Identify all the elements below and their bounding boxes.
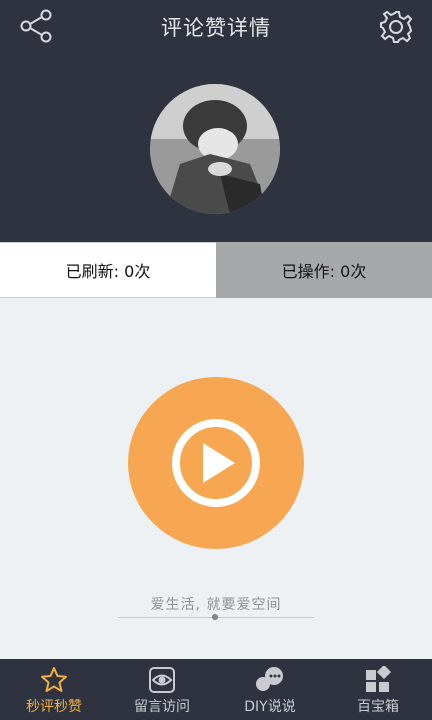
avatar[interactable] <box>150 84 280 214</box>
tab-toolbox[interactable]: 百宝箱 <box>324 659 432 720</box>
top-bar: 评论赞详情 <box>0 0 432 52</box>
settings-button[interactable] <box>378 9 414 45</box>
tab-message-visit[interactable]: 留言访问 <box>108 659 216 720</box>
divider-dot <box>212 614 218 620</box>
operated-count: 已操作: 0次 <box>216 242 432 298</box>
eye-icon <box>149 667 175 693</box>
grid-icon <box>366 666 392 692</box>
tab-label: DIY说说 <box>244 699 296 715</box>
play-button[interactable] <box>128 377 304 549</box>
star-icon <box>41 667 67 692</box>
gear-icon <box>380 10 413 43</box>
tab-label: 秒评秒赞 <box>26 699 82 715</box>
play-icon <box>172 419 260 507</box>
page-title: 评论赞详情 <box>161 16 271 40</box>
header: 评论赞详情 <box>0 0 432 242</box>
refreshed-count: 已刷新: 0次 <box>0 242 216 298</box>
tab-label: 百宝箱 <box>357 699 399 715</box>
stats-bar: 已刷新: 0次 已操作: 0次 <box>0 242 432 298</box>
tab-diy-post[interactable]: DIY说说 <box>216 659 324 720</box>
slogan: 爱生活, 就要爱空间 <box>150 597 282 613</box>
tab-comment-like[interactable]: 秒评秒赞 <box>0 659 108 720</box>
bottom-tab-bar: 秒评秒赞 留言访问 DIY说说 百宝箱 <box>0 659 432 720</box>
avatar-photo <box>150 84 280 214</box>
tab-label: 留言访问 <box>134 699 190 715</box>
chat-bubble-icon <box>256 667 283 691</box>
